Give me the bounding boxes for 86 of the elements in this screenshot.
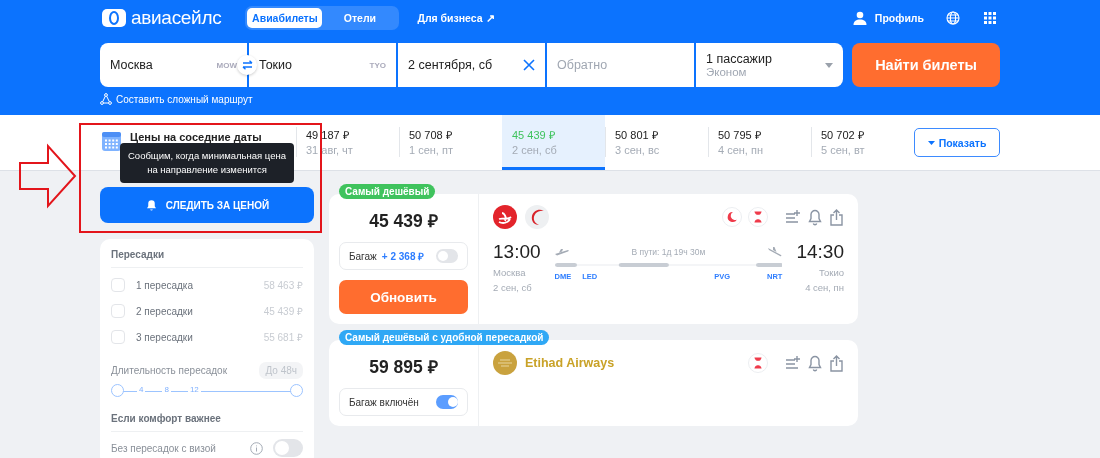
checkbox-label: 3 пересадки <box>136 331 193 343</box>
route-icon <box>100 93 112 105</box>
profile-link[interactable]: Профиль <box>874 12 924 24</box>
globe-icon[interactable] <box>946 11 960 25</box>
ticket-price: 59 895 ₽ <box>368 356 439 378</box>
takeoff-icon <box>554 248 569 256</box>
passengers-field[interactable]: 1 пассажир Эконом <box>696 43 843 87</box>
duration-slider[interactable]: 4 8 12 <box>111 383 303 399</box>
checkbox-label: 2 пересадки <box>136 305 193 317</box>
airport-code: TYO <box>369 60 386 70</box>
swap-icon[interactable] <box>241 60 253 70</box>
tooltip: Сообщим, когда минимальная цена на направление изменится <box>120 143 294 183</box>
baggage-toggle[interactable] <box>436 249 458 263</box>
checkbox[interactable] <box>111 330 125 344</box>
flight-duration: В пути: 1д 19ч 30м <box>631 247 706 257</box>
toggle-label: Без пересадок с визой <box>111 442 216 454</box>
checkbox[interactable] <box>111 304 125 318</box>
passenger-count: 1 пассажир <box>706 52 772 66</box>
logo-icon[interactable] <box>102 9 126 27</box>
moon-icon <box>722 207 742 227</box>
date-option[interactable]: 50 801 ₽ 3 сен, вс <box>605 115 708 170</box>
date-option[interactable]: 50 708 ₽ 1 сен, пт <box>399 115 502 170</box>
arrival-time: 14:30 <box>796 241 844 263</box>
slider-thumb[interactable] <box>290 384 303 397</box>
update-button[interactable]: Обновить <box>339 280 468 314</box>
logo-text[interactable]: авиасейлс <box>131 7 222 29</box>
search-button[interactable]: Найти билеты <box>852 43 1000 87</box>
section-title: Пересадки <box>111 249 303 268</box>
departure-time: 13:00 <box>493 241 541 262</box>
baggage-toggle[interactable] <box>436 395 458 409</box>
cabin-class: Эконом <box>706 66 747 78</box>
ticket-badge: Самый дешёвый <box>339 184 436 199</box>
landing-icon <box>768 247 783 257</box>
crescent-logo-icon <box>525 205 549 229</box>
checkbox[interactable] <box>111 278 125 292</box>
destination-field[interactable]: Токио TYO <box>249 43 396 87</box>
bell-icon[interactable] <box>807 208 823 226</box>
nearby-dates-title: Цены на соседние даты <box>130 131 262 144</box>
clear-icon[interactable] <box>523 59 535 71</box>
add-to-list-icon[interactable] <box>785 209 801 225</box>
arrival-city: Токио <box>818 267 844 278</box>
date-option[interactable]: 50 702 ₽ 5 сен, вт <box>811 115 914 170</box>
section-title: Если комфорт важнее <box>111 413 303 432</box>
share-icon[interactable] <box>829 208 844 226</box>
baggage-label: Багаж включён <box>349 396 419 408</box>
toggle-switch[interactable] <box>273 439 303 457</box>
hourglass-icon <box>748 207 768 227</box>
caret-icon <box>927 140 935 145</box>
follow-price-button[interactable]: СЛЕДИТЬ ЗА ЦЕНОЙ <box>100 187 314 223</box>
arrival-date: 4 сен, пн <box>805 282 844 293</box>
return-date-field[interactable]: Обратно <box>547 43 694 87</box>
nav-tab[interactable]: Авиабилеты <box>247 8 323 28</box>
hourglass-icon <box>748 353 768 373</box>
date-option[interactable]: 50 795 ₽ 4 сен, пн <box>708 115 811 170</box>
origin-field[interactable]: Москва MOW <box>100 43 247 87</box>
apps-grid-icon[interactable] <box>984 12 996 24</box>
ticket-badge: Самый дешёвый с удобной пересадкой <box>339 330 550 345</box>
show-button[interactable]: Показать <box>914 128 1000 157</box>
airport-code: MOW <box>216 60 237 70</box>
complex-route-link[interactable]: Составить сложный маршрут <box>100 93 253 105</box>
tick-label: 12 <box>187 385 201 394</box>
arrow-icon <box>18 143 78 209</box>
nav-tab[interactable]: Отели <box>322 8 398 28</box>
tick-label: 8 <box>162 385 171 394</box>
departure-date: 2 сен, сб <box>493 282 532 293</box>
bell-icon[interactable] <box>807 354 823 372</box>
baggage-price: + 2 368 ₽ <box>381 250 425 263</box>
user-icon[interactable] <box>852 11 867 25</box>
date-option[interactable]: 49 187 ₽ 31 авг, чт <box>296 115 399 170</box>
section-title: Длительность пересадок <box>111 365 228 376</box>
add-to-list-icon[interactable] <box>785 355 801 371</box>
departure-city: Москва <box>493 267 526 278</box>
baggage-label: Багаж <box>349 250 377 262</box>
share-icon[interactable] <box>829 354 844 372</box>
ticket-price: 45 439 ₽ <box>368 210 439 232</box>
emblem-logo-icon <box>493 351 517 375</box>
info-icon[interactable] <box>250 441 263 455</box>
departure-date-field[interactable]: 2 сентября, сб <box>398 43 545 87</box>
swirl-logo-icon <box>493 205 517 229</box>
airline-name: Etihad Airways <box>525 356 615 370</box>
checkbox-label: 1 пересадка <box>136 279 193 291</box>
slider-thumb[interactable] <box>111 384 124 397</box>
business-link[interactable]: Для бизнеса ↗ <box>417 12 495 24</box>
calendar-icon <box>102 131 121 151</box>
tick-label: 4 <box>137 385 146 394</box>
caret-icon <box>825 63 833 68</box>
